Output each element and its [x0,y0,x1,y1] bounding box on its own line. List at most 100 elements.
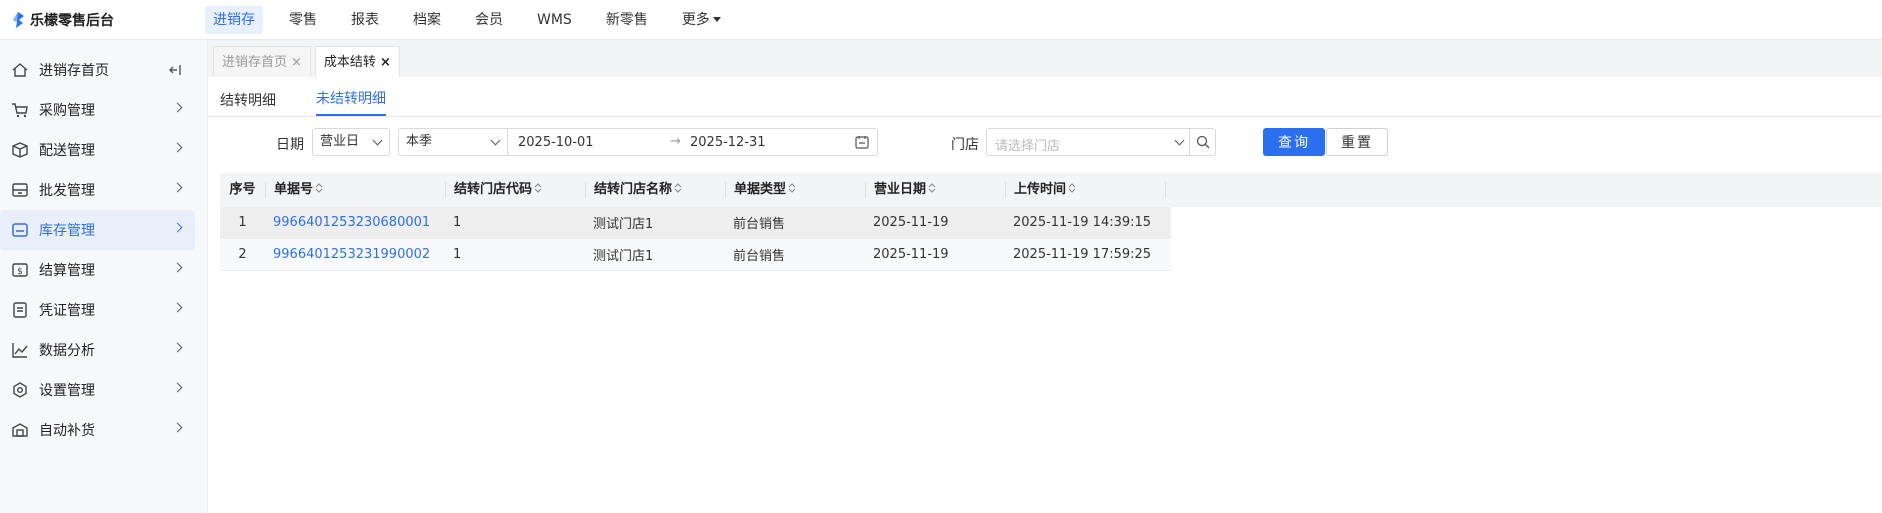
col-header-doc-type[interactable]: 单据类型 [725,182,865,198]
sidebar-item-replenish[interactable]: 自动补货 [0,410,207,450]
calendar-icon[interactable] [855,135,869,149]
delivery-icon [10,140,30,160]
topnav-reports[interactable]: 报表 [343,6,387,34]
query-button[interactable]: 查询 [1263,128,1325,156]
search-button[interactable] [1189,129,1215,155]
col-header-doc-no[interactable]: 单据号 [265,182,445,198]
data-table: 序号 单据号 结转门店代码 结转门店名称 单据类型 营业日期 上传时间 1 99… [220,173,1882,271]
col-header-store-code[interactable]: 结转门店代码 [445,182,585,198]
sidebar-item-analytics[interactable]: 数据分析 [0,330,207,370]
cell-index: 2 [238,247,247,262]
tab-uncarried-detail[interactable]: 未结转明细 [316,88,386,116]
sidebar-item-settlement[interactable]: $ 结算管理 [0,250,207,290]
cell-index: 1 [238,215,247,230]
col-header-upload-time[interactable]: 上传时间 [1005,182,1165,198]
date-type-select[interactable]: 营业日 [312,128,390,156]
page-tab-cost-carryover[interactable]: 成本结转 × [314,46,400,77]
topnav-more[interactable]: 更多 [674,6,729,34]
voucher-icon [10,300,30,320]
topnav-new-retail[interactable]: 新零售 [598,6,656,34]
sidebar-item-wholesale[interactable]: 批发管理 [0,170,207,210]
date-range-picker[interactable]: 2025-10-01 → 2025-12-31 [508,128,878,156]
sidebar-item-label: 采购管理 [39,103,95,119]
page-tab-home[interactable]: 进销存首页 × [213,46,311,77]
chevron-right-icon [172,182,183,193]
sidebar-item-home[interactable]: 进销存首页 [0,50,207,90]
search-icon [1196,135,1209,149]
sort-icon[interactable] [315,182,323,194]
cell-doc-type: 前台销售 [733,217,786,232]
reset-button[interactable]: 重置 [1326,128,1388,156]
chevron-right-icon [172,422,183,433]
sidebar-item-label: 结算管理 [39,263,95,279]
topnav-retail[interactable]: 零售 [281,6,325,34]
chevron-down-icon [1174,135,1185,146]
close-icon[interactable]: × [380,55,391,70]
sort-icon[interactable] [788,182,796,194]
table-header: 序号 单据号 结转门店代码 结转门店名称 单据类型 营业日期 上传时间 [220,173,1882,207]
cell-store-name: 测试门店1 [593,249,654,264]
start-date[interactable]: 2025-10-01 [518,135,594,150]
caret-down-icon [712,16,721,22]
col-header-business-date[interactable]: 营业日期 [865,182,1005,198]
end-date[interactable]: 2025-12-31 [670,135,766,150]
chevron-right-icon [172,142,183,153]
logo-icon [13,11,24,28]
chevron-right-icon [172,222,183,233]
top-nav-menu: 进销存 零售 报表 档案 会员 WMS 新零售 更多 [205,5,747,34]
inventory-icon [10,220,30,240]
cell-doc-no-link[interactable]: 9966401253230680001 [265,215,445,230]
cell-business-date: 2025-11-19 [873,247,949,262]
close-icon[interactable]: × [291,55,302,70]
topnav-more-label: 更多 [681,11,710,28]
sort-icon[interactable] [674,182,682,194]
sidebar-item-label: 批发管理 [39,183,95,199]
table-row[interactable]: 1 9966401253230680001 1 测试门店1 前台销售 2025-… [220,207,1171,239]
chevron-right-icon [172,102,183,113]
cell-business-date: 2025-11-19 [873,215,949,230]
collapse-sidebar-icon[interactable] [167,62,183,78]
topnav-wms[interactable]: WMS [529,6,580,34]
brand[interactable]: 乐檬零售后台 [0,10,205,30]
sidebar-item-voucher[interactable]: 凭证管理 [0,290,207,330]
cell-store-code: 1 [453,247,462,262]
topnav-archives[interactable]: 档案 [405,6,449,34]
sidebar-item-purchase[interactable]: 采购管理 [0,90,207,130]
sidebar-item-inventory[interactable]: 库存管理 [0,210,195,250]
sort-icon[interactable] [1068,182,1076,194]
cell-doc-type: 前台销售 [733,249,786,264]
main-content: 进销存首页 × 成本结转 × 结转明细 未结转明细 日期 营业日 本季 2025-1… [208,40,1882,513]
col-header-store-name[interactable]: 结转门店名称 [585,182,725,198]
topnav-members[interactable]: 会员 [467,6,511,34]
table-row[interactable]: 2 9966401253231990002 1 测试门店1 前台销售 2025-… [220,239,1171,271]
wholesale-icon [10,180,30,200]
sidebar-item-settings[interactable]: 设置管理 [0,370,207,410]
col-header-label: 结转门店代码 [454,182,533,197]
store-label: 门店 [951,137,979,153]
col-header-label: 序号 [229,182,256,197]
page-tabs: 进销存首页 × 成本结转 × [208,40,1882,77]
col-header-label: 单据号 [274,182,314,197]
cell-store-code: 1 [453,215,462,230]
settlement-icon: $ [10,260,30,280]
filter-bar: 日期 营业日 本季 2025-10-01 → 2025-12-31 门店 请选择… [208,128,1882,158]
app-title: 乐檬零售后台 [30,12,114,29]
sort-icon[interactable] [928,182,936,194]
page-tab-label: 进销存首页 [222,55,288,70]
cell-doc-no-link[interactable]: 9966401253231990002 [265,247,445,262]
tab-carryover-detail[interactable]: 结转明细 [220,90,276,116]
settings-icon [10,380,30,400]
sidebar-item-label: 进销存首页 [39,63,109,79]
chevron-down-icon [490,135,501,146]
sidebar: 进销存首页 采购管理 配送管理 批发管理 库存管理 $ 结算管理 凭证管理 数据… [0,40,208,513]
sort-icon[interactable] [534,182,542,194]
cell-upload-time: 2025-11-19 14:39:15 [1013,215,1152,230]
col-header-label: 结转门店名称 [594,182,673,197]
chevron-right-icon [172,262,183,273]
store-select[interactable]: 请选择门店 [986,128,1216,156]
topnav-jinxiaocun[interactable]: 进销存 [205,5,263,34]
period-select[interactable]: 本季 [398,128,508,156]
sidebar-item-label: 设置管理 [39,383,95,399]
sidebar-item-delivery[interactable]: 配送管理 [0,130,207,170]
store-placeholder: 请选择门店 [995,139,1061,154]
